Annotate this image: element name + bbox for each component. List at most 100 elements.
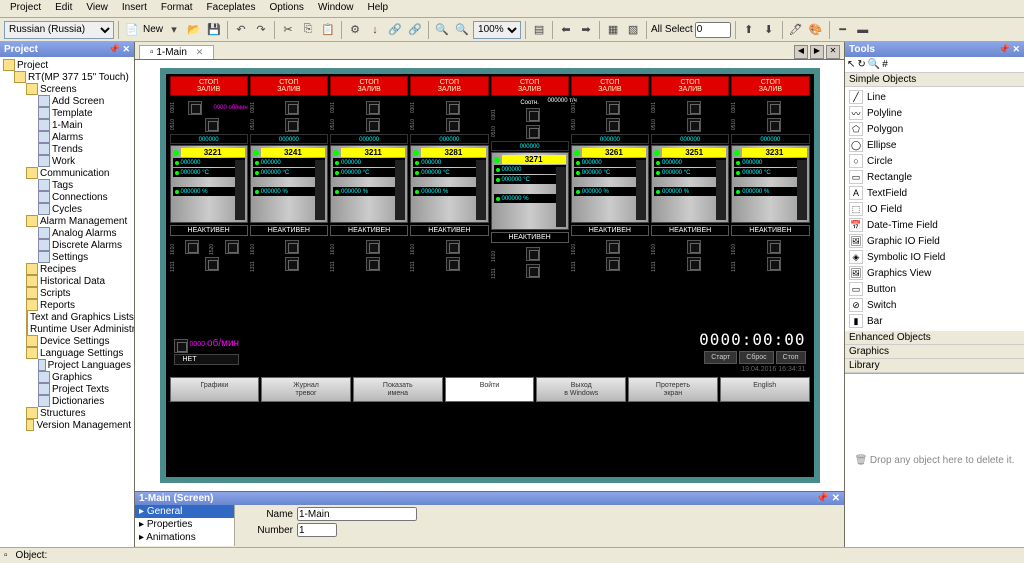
line-color-icon[interactable]: 🖊: [787, 21, 805, 39]
props-tab-properties[interactable]: ▸ Properties: [135, 518, 234, 531]
tree-item[interactable]: Runtime User Administration: [2, 323, 132, 335]
zoom-in-icon[interactable]: 🔍: [453, 21, 471, 39]
hmi-nav-button[interactable]: Графики: [170, 377, 260, 402]
valve-icon[interactable]: [687, 101, 701, 115]
bring-front-icon[interactable]: ⬆: [740, 21, 758, 39]
new-icon[interactable]: 📄: [123, 21, 141, 39]
tree-item[interactable]: Device Settings: [2, 335, 132, 347]
tree-item[interactable]: Project Languages: [2, 359, 132, 371]
menu-view[interactable]: View: [80, 1, 114, 16]
valve-icon[interactable]: [767, 240, 781, 254]
tool-item[interactable]: 📅Date-Time Field: [847, 217, 1022, 233]
valve-icon[interactable]: [606, 240, 620, 254]
link-icon[interactable]: 🔗: [386, 21, 404, 39]
fill-color-icon[interactable]: 🎨: [807, 21, 825, 39]
stop-fill-button[interactable]: СТОПЗАЛИВ: [651, 76, 729, 96]
valve-icon[interactable]: [366, 257, 380, 271]
open-icon[interactable]: 📂: [185, 21, 203, 39]
select-input[interactable]: [695, 22, 731, 38]
io-field[interactable]: 000000: [250, 134, 328, 144]
io-field[interactable]: 000000: [410, 134, 488, 144]
tree-item[interactable]: Alarm Management: [2, 215, 132, 227]
align-left-icon[interactable]: ⬅: [557, 21, 575, 39]
valve-icon[interactable]: [366, 101, 380, 115]
valve-icon[interactable]: [526, 108, 540, 122]
menu-project[interactable]: Project: [4, 1, 47, 16]
stop-fill-button[interactable]: СТОПЗАЛИВ: [170, 76, 248, 96]
tree-item[interactable]: Recipes: [2, 263, 132, 275]
name-input[interactable]: [297, 507, 417, 521]
canvas-area[interactable]: TOUCH СТОПЗАЛИВСТОПЗАЛИВСТОПЗАЛИВСТОПЗАЛ…: [135, 60, 844, 491]
tree-item[interactable]: Analog Alarms: [2, 227, 132, 239]
tree-item[interactable]: Connections: [2, 191, 132, 203]
timer-button[interactable]: Сброс: [739, 351, 773, 364]
cut-icon[interactable]: ✂: [279, 21, 297, 39]
tree-item[interactable]: Screens: [2, 83, 132, 95]
tool-item[interactable]: 🖼Graphic IO Field: [847, 233, 1022, 249]
tree-item[interactable]: Dictionaries: [2, 395, 132, 407]
ungroup-icon[interactable]: ▧: [624, 21, 642, 39]
align-right-icon[interactable]: ➡: [577, 21, 595, 39]
copy-icon[interactable]: ⎘: [299, 21, 317, 39]
tree-item[interactable]: Trends: [2, 143, 132, 155]
valve-icon[interactable]: [526, 247, 540, 261]
enhanced-objects-header[interactable]: Enhanced Objects: [845, 331, 1024, 345]
valve-icon[interactable]: [285, 257, 299, 271]
rotate-icon[interactable]: ↻: [857, 59, 865, 70]
io-field[interactable]: 000000: [491, 141, 569, 151]
tab-prev-button[interactable]: ◀: [794, 45, 808, 59]
valve-icon[interactable]: [285, 240, 299, 254]
tool-item[interactable]: ⬚IO Field: [847, 201, 1022, 217]
valve-icon[interactable]: [285, 101, 299, 115]
valve-icon[interactable]: [767, 118, 781, 132]
number-input[interactable]: [297, 523, 337, 537]
valve-icon[interactable]: [446, 101, 460, 115]
io-field[interactable]: 000000: [731, 134, 809, 144]
menu-insert[interactable]: Insert: [116, 1, 153, 16]
valve-icon[interactable]: [606, 118, 620, 132]
hmi-nav-button[interactable]: English: [720, 377, 810, 402]
module-block[interactable]: 3281000000000000 °C000000 %: [410, 145, 488, 223]
tree-item[interactable]: Work: [2, 155, 132, 167]
stop-fill-button[interactable]: СТОПЗАЛИВ: [330, 76, 408, 96]
paste-icon[interactable]: 📋: [319, 21, 337, 39]
hmi-screen[interactable]: СТОПЗАЛИВСТОПЗАЛИВСТОПЗАЛИВСТОПЗАЛИВСТОП…: [166, 74, 814, 477]
module-block[interactable]: 3241000000000000 °C000000 %: [250, 145, 328, 223]
tree-item[interactable]: Template: [2, 107, 132, 119]
valve-icon[interactable]: [366, 118, 380, 132]
link2-icon[interactable]: 🔗: [406, 21, 424, 39]
compile-icon[interactable]: ⚙: [346, 21, 364, 39]
module-block[interactable]: 3251000000000000 °C000000 %: [651, 145, 729, 223]
library-header[interactable]: Library: [845, 359, 1024, 373]
tree-item[interactable]: Settings: [2, 251, 132, 263]
tree-item[interactable]: Tags: [2, 179, 132, 191]
timer-button[interactable]: Старт: [704, 351, 737, 364]
valve-icon[interactable]: [366, 240, 380, 254]
send-back-icon[interactable]: ⬇: [760, 21, 778, 39]
valve-icon[interactable]: [687, 118, 701, 132]
hmi-nav-button[interactable]: Журналтревог: [261, 377, 351, 402]
valve-icon[interactable]: [285, 118, 299, 132]
tree-item[interactable]: Scripts: [2, 287, 132, 299]
menu-edit[interactable]: Edit: [49, 1, 78, 16]
props-close-icon[interactable]: 📌 ✕: [816, 493, 840, 504]
valve-icon[interactable]: [606, 257, 620, 271]
zoom-select[interactable]: 100%: [473, 21, 521, 39]
drop-delete-zone[interactable]: 🗑 Drop any object here to delete it.: [845, 373, 1024, 547]
props-tab-animations[interactable]: ▸ Animations: [135, 531, 234, 544]
valve-icon[interactable]: [687, 257, 701, 271]
valve-icon[interactable]: [767, 257, 781, 271]
close-icon[interactable]: ✕: [196, 47, 204, 57]
group-icon[interactable]: ▦: [604, 21, 622, 39]
io-field[interactable]: 000000: [170, 134, 248, 144]
save-icon[interactable]: 💾: [205, 21, 223, 39]
simple-objects-header[interactable]: Simple Objects: [845, 73, 1024, 87]
tools-pin-icon[interactable]: 📌 ✕: [999, 44, 1020, 55]
stop-fill-button[interactable]: СТОПЗАЛИВ: [571, 76, 649, 96]
tree-item[interactable]: Graphics: [2, 371, 132, 383]
module-block[interactable]: 3211000000000000 °C000000 %: [330, 145, 408, 223]
valve-icon[interactable]: [446, 257, 460, 271]
timer-button[interactable]: Стоп: [776, 351, 806, 364]
valve-icon[interactable]: [174, 339, 188, 353]
tree-item[interactable]: Cycles: [2, 203, 132, 215]
